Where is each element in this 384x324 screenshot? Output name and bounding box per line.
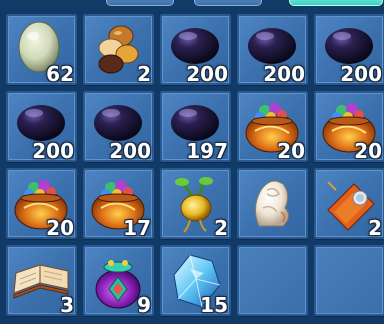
inventory-slot[interactable]: 197 <box>160 91 231 162</box>
inventory-tab-bar <box>0 0 384 8</box>
item-quantity: 200 <box>109 139 151 162</box>
inventory-tab-active[interactable] <box>289 0 383 6</box>
item-quantity: 20 <box>46 216 74 239</box>
inventory-slot[interactable]: 62 <box>6 14 77 85</box>
item-quantity: 3 <box>60 293 74 316</box>
item-quantity: 200 <box>340 62 382 85</box>
inventory-slot[interactable]: 3 <box>6 245 77 316</box>
item-quantity: 62 <box>46 62 74 85</box>
inventory-slot[interactable]: 17 <box>83 168 154 239</box>
inventory-slot-empty[interactable] <box>237 245 308 316</box>
item-quantity: 2 <box>214 216 228 239</box>
inventory-slot[interactable]: 200 <box>83 91 154 162</box>
item-quantity: 17 <box>123 216 151 239</box>
inventory-slot[interactable]: 2 <box>83 14 154 85</box>
item-quantity: 9 <box>137 293 151 316</box>
inventory-slot-empty[interactable] <box>314 245 384 316</box>
item-quantity: 200 <box>186 62 228 85</box>
inventory-slot[interactable]: 2 <box>314 168 384 239</box>
inventory-tab-1[interactable] <box>106 0 174 6</box>
item-quantity: 2 <box>368 216 382 239</box>
item-quantity: 197 <box>186 139 228 162</box>
inventory-slot[interactable]: 9 <box>83 245 154 316</box>
inventory-slot[interactable]: 200 <box>237 14 308 85</box>
inventory-slot[interactable]: 20 <box>237 91 308 162</box>
item-quantity: 200 <box>263 62 305 85</box>
inventory-slot[interactable]: 200 <box>160 14 231 85</box>
inventory-grid: 62 2 200 200 200 200 200 197 20 20 20 17… <box>6 14 384 316</box>
inventory-slot[interactable]: 20 <box>314 91 384 162</box>
inventory-slot[interactable] <box>237 168 308 239</box>
inventory-tab-2[interactable] <box>194 0 262 6</box>
item-quantity: 15 <box>200 293 228 316</box>
inventory-slot[interactable]: 15 <box>160 245 231 316</box>
item-quantity: 200 <box>32 139 74 162</box>
inventory-slot[interactable]: 200 <box>6 91 77 162</box>
inventory-slot[interactable]: 200 <box>314 14 384 85</box>
inventory-slot[interactable]: 2 <box>160 168 231 239</box>
item-quantity: 20 <box>277 139 305 162</box>
item-quantity: 2 <box>137 62 151 85</box>
item-quantity: 20 <box>354 139 382 162</box>
inventory-slot[interactable]: 20 <box>6 168 77 239</box>
